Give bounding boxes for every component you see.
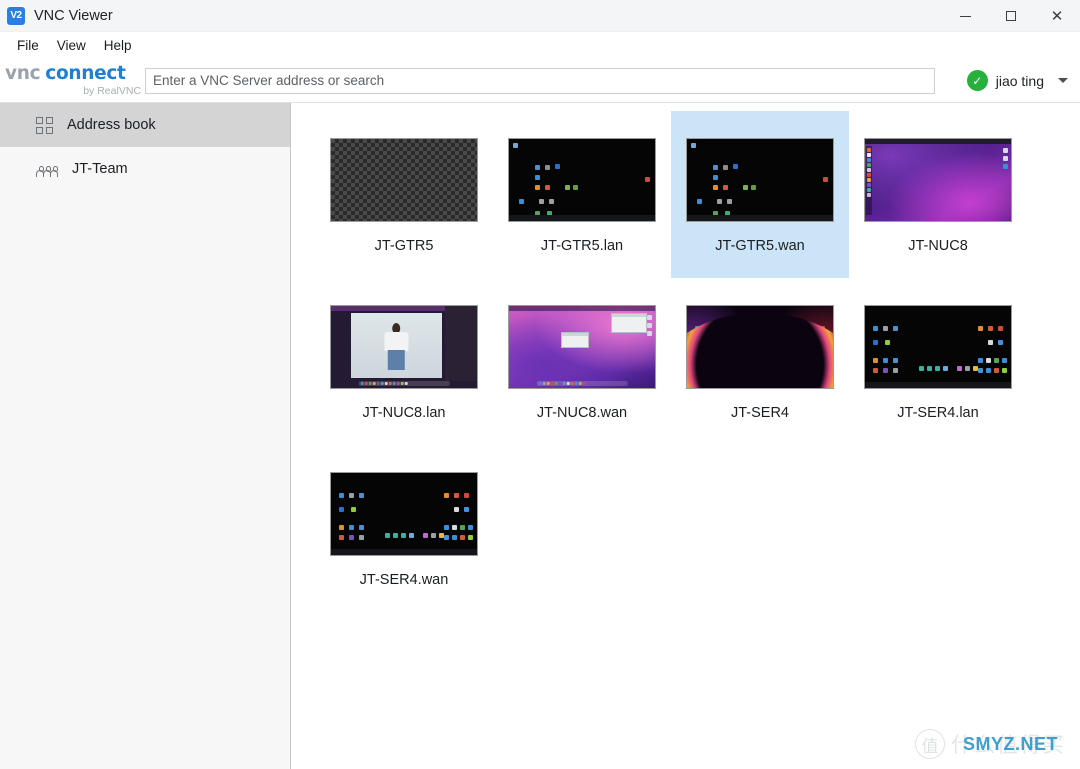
connection-tile-selected[interactable]: JT-GTR5.wan bbox=[671, 111, 849, 278]
minimize-button[interactable] bbox=[942, 0, 988, 32]
menu-bar-preview bbox=[509, 306, 655, 311]
top-bar bbox=[865, 139, 1011, 144]
taskbar bbox=[865, 382, 1011, 388]
dock bbox=[536, 381, 628, 386]
connection-label: JT-GTR5 bbox=[374, 238, 434, 254]
minimize-icon bbox=[959, 15, 971, 17]
connection-label: JT-NUC8.wan bbox=[536, 405, 628, 421]
watermark: 值 什么值得买 SMYZ.NET bbox=[915, 729, 1066, 759]
sidebar: Address book JT-Team bbox=[0, 103, 291, 769]
connection-thumbnail bbox=[330, 138, 478, 222]
connection-label: JT-NUC8.lan bbox=[362, 405, 446, 421]
connection-thumbnail bbox=[508, 305, 656, 389]
taskbar bbox=[509, 215, 655, 221]
menu-bar: File View Help bbox=[0, 32, 1080, 59]
connection-label: JT-SER4.wan bbox=[359, 572, 449, 588]
connection-thumbnail bbox=[330, 305, 478, 389]
connection-tile[interactable]: JT-SER4 bbox=[671, 278, 849, 445]
connection-label: JT-GTR5.lan bbox=[540, 238, 624, 254]
connections-panel: JT-GTR5 JT-GTR5.lan JT-GTR5.wan JT-NUC8 … bbox=[291, 103, 1080, 769]
watermark-badge-icon: 值 bbox=[915, 729, 945, 759]
connection-thumbnail bbox=[686, 305, 834, 389]
sidebar-item-label: Address book bbox=[67, 117, 156, 133]
connection-tile[interactable]: JT-NUC8 bbox=[849, 111, 1027, 278]
menu-item-help[interactable]: Help bbox=[95, 35, 141, 56]
desktop-preview bbox=[509, 306, 655, 388]
photo-frame bbox=[351, 312, 442, 379]
sidebar-item-label: JT-Team bbox=[72, 161, 128, 177]
desktop-preview bbox=[331, 306, 477, 388]
sidebar-item-jt-team[interactable]: JT-Team bbox=[0, 147, 290, 191]
no-preview-pattern bbox=[331, 139, 477, 221]
menu-item-file[interactable]: File bbox=[8, 35, 48, 56]
connection-tile[interactable]: JT-SER4.lan bbox=[849, 278, 1027, 445]
dock bbox=[358, 381, 450, 386]
preview-window bbox=[611, 313, 647, 333]
connection-tile[interactable]: JT-GTR5 bbox=[315, 111, 493, 278]
user-name-label: jiao ting bbox=[995, 72, 1044, 89]
search-input[interactable] bbox=[145, 67, 935, 94]
desktop-preview bbox=[687, 139, 833, 221]
user-account-menu[interactable]: ✓ jiao ting bbox=[966, 70, 1068, 91]
desktop-preview bbox=[509, 139, 655, 221]
connection-label: JT-SER4.lan bbox=[897, 405, 979, 421]
window-controls: ✕ bbox=[942, 0, 1080, 32]
close-button[interactable]: ✕ bbox=[1034, 0, 1080, 32]
window-title: VNC Viewer bbox=[34, 7, 113, 24]
close-icon: ✕ bbox=[1050, 6, 1064, 25]
watermark-text: 什么值得买 bbox=[951, 733, 1066, 757]
desktop-preview bbox=[865, 306, 1011, 388]
photo-subject bbox=[384, 323, 409, 370]
editor-panel bbox=[444, 306, 477, 382]
maximize-button[interactable] bbox=[988, 0, 1034, 32]
connection-thumbnail bbox=[508, 138, 656, 222]
title-bar: V2 VNC Viewer ✕ bbox=[0, 0, 1080, 32]
chevron-down-icon[interactable] bbox=[1058, 78, 1068, 83]
logo-vnc-text: vnc bbox=[5, 62, 41, 84]
vnc-viewer-icon: V2 bbox=[7, 6, 25, 25]
taskbar bbox=[687, 215, 833, 221]
desktop-preview bbox=[687, 306, 833, 388]
toolbar: vnc connect by RealVNC ✓ jiao ting bbox=[0, 59, 1080, 103]
connection-tile[interactable]: JT-NUC8.lan bbox=[315, 278, 493, 445]
sidebar-item-address-book[interactable]: Address book bbox=[0, 103, 290, 147]
connection-tile[interactable]: JT-GTR5.lan bbox=[493, 111, 671, 278]
connection-tile[interactable]: JT-SER4.wan bbox=[315, 445, 493, 612]
connection-thumbnail bbox=[686, 138, 834, 222]
check-circle-icon: ✓ bbox=[966, 70, 988, 91]
logo-wordmark: vnc connect bbox=[5, 62, 126, 84]
taskbar bbox=[687, 382, 833, 388]
preview-window bbox=[561, 332, 589, 348]
connection-thumbnail bbox=[864, 138, 1012, 222]
connection-label: JT-GTR5.wan bbox=[715, 238, 805, 254]
connection-thumbnail bbox=[330, 472, 478, 556]
body: Address book JT-Team JT-GTR5 JT-GTR5.lan… bbox=[0, 103, 1080, 769]
desktop-preview bbox=[865, 139, 1011, 221]
connection-thumbnail bbox=[864, 305, 1012, 389]
dock bbox=[866, 146, 872, 215]
grid-icon bbox=[36, 116, 53, 134]
logo-connect-text: connect bbox=[45, 62, 126, 84]
connection-label: JT-SER4 bbox=[730, 405, 789, 421]
vnc-connect-logo: vnc connect by RealVNC bbox=[5, 62, 145, 97]
watermark-site: SMYZ.NET bbox=[962, 734, 1058, 754]
taskbar bbox=[331, 549, 477, 555]
connection-tile[interactable]: JT-NUC8.wan bbox=[493, 278, 671, 445]
team-icon bbox=[36, 161, 59, 177]
connections-grid: JT-GTR5 JT-GTR5.lan JT-GTR5.wan JT-NUC8 … bbox=[315, 111, 1055, 612]
maximize-icon bbox=[1006, 11, 1016, 21]
logo-subtitle: by RealVNC bbox=[83, 85, 141, 97]
menu-item-view[interactable]: View bbox=[48, 35, 95, 56]
search-area bbox=[145, 67, 967, 94]
connection-label: JT-NUC8 bbox=[908, 238, 968, 254]
vnc-viewer-window: V2 VNC Viewer ✕ File View Help vnc conne… bbox=[0, 0, 1080, 769]
desktop-preview bbox=[331, 473, 477, 555]
